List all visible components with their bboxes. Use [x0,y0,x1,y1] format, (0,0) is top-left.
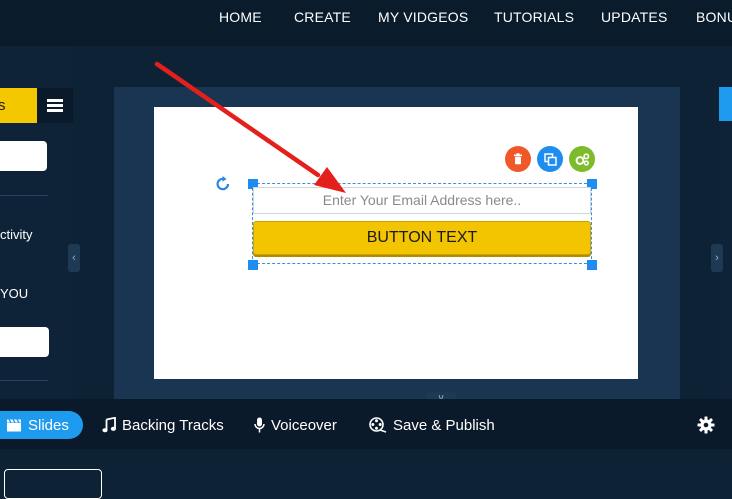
voiceover-button[interactable]: Voiceover [254,411,337,439]
right-panel-tab[interactable] [719,87,732,121]
slides-label: Slides [28,416,69,434]
left-label-you: YOU [0,286,29,301]
bottom-toolbar: Slides Backing Tracks Voiceover Save & P… [0,399,732,449]
music-note-icon [102,417,116,433]
copy-icon [543,152,557,166]
microphone-icon [254,417,265,433]
nav-home[interactable]: HOME [219,9,262,25]
left-label-activity: ctivity [0,227,33,242]
top-navigation: HOME CREATE MY VIDGEOS TUTORIALS UPDATES… [0,0,732,46]
trash-icon [514,153,522,165]
resize-handle-bottom-left[interactable] [248,260,258,270]
cta-button[interactable]: BUTTON TEXT [253,221,591,255]
nav-my-vidgeos[interactable]: MY VIDGEOS [378,9,468,25]
left-panel-tab[interactable]: s [0,88,37,123]
gears-icon [575,152,589,166]
duplicate-element-button[interactable] [537,146,563,172]
left-input-1[interactable] [0,141,47,171]
left-divider [0,195,48,196]
collapse-right-panel[interactable]: › [711,244,723,272]
rotate-icon[interactable] [214,175,232,193]
slides-button[interactable]: Slides [0,411,83,439]
settings-button[interactable] [697,411,715,439]
voiceover-label: Voiceover [271,416,337,434]
gear-icon [697,416,715,434]
nav-updates[interactable]: UPDATES [601,9,668,25]
element-settings-button[interactable] [569,146,595,172]
collapse-left-panel[interactable]: ‹ [68,244,80,272]
menu-button[interactable] [37,88,73,123]
save-publish-label: Save & Publish [393,416,495,434]
backing-tracks-label: Backing Tracks [122,416,224,434]
delete-element-button[interactable] [505,146,531,172]
film-reel-icon [369,417,387,433]
nav-bonus[interactable]: BONU [696,9,732,25]
right-panel [719,87,732,399]
nav-tutorials[interactable]: TUTORIALS [494,9,574,25]
left-divider [0,380,48,381]
left-input-2[interactable] [0,327,49,357]
email-input[interactable]: Enter Your Email Address here.. [253,187,591,214]
backing-tracks-button[interactable]: Backing Tracks [102,411,224,439]
resize-handle-bottom-right[interactable] [587,260,597,270]
nav-create[interactable]: CREATE [294,9,351,25]
save-publish-button[interactable]: Save & Publish [369,411,495,439]
slide-thumbnail[interactable] [4,469,102,499]
clapperboard-icon [7,419,21,432]
slides-strip [0,449,732,485]
hamburger-icon [47,99,63,112]
